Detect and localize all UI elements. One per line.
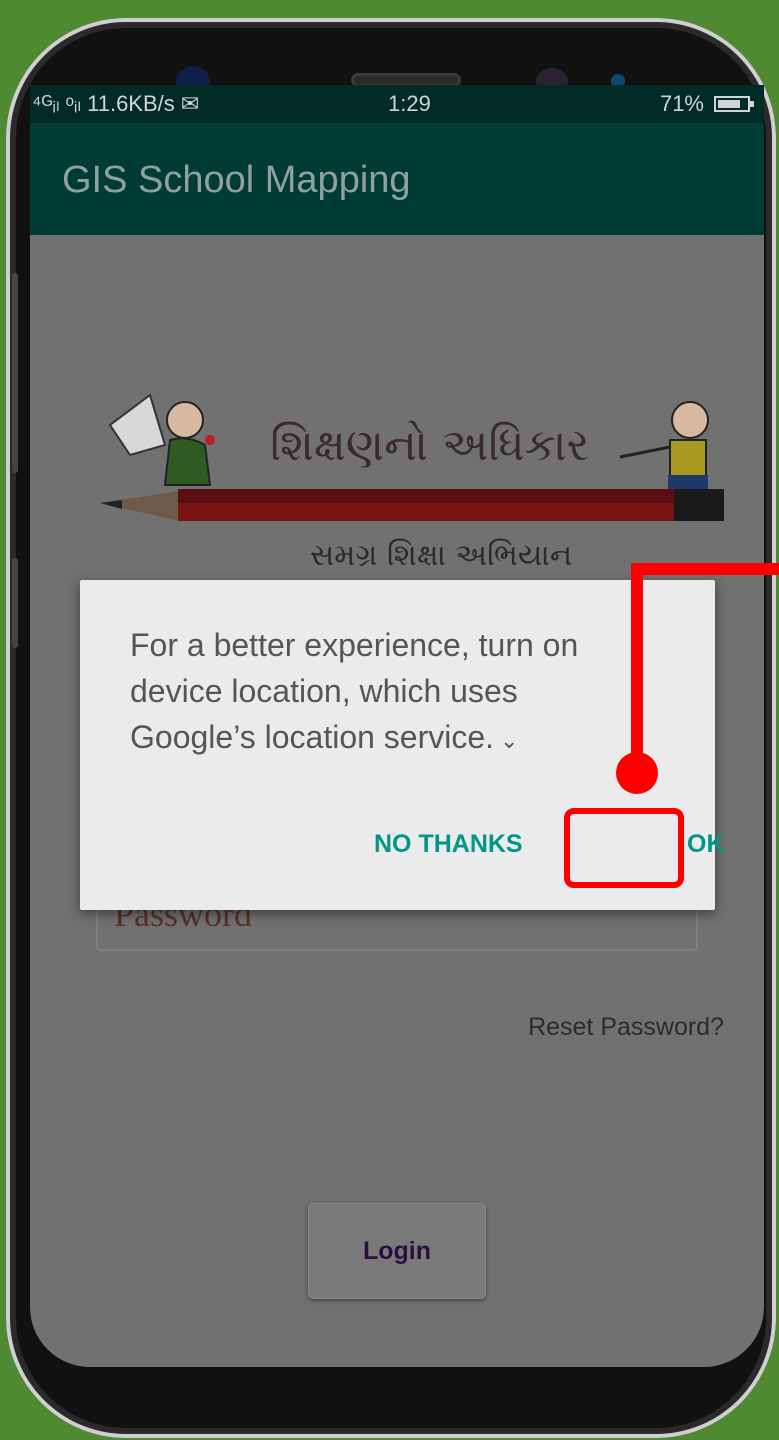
no-thanks-button[interactable]: NO THANKS bbox=[374, 830, 523, 859]
boy-figure-icon bbox=[619, 401, 709, 489]
volume-button bbox=[12, 273, 18, 473]
dialog-message: For a better experience, turn on device … bbox=[130, 622, 690, 764]
rte-logo: શિક્ષણનો અધિકાર સમગ્ર શિક્ષા અભિયાન bbox=[100, 393, 724, 573]
highlight-pointer-line bbox=[631, 563, 643, 773]
highlight-pointer-dot bbox=[616, 752, 658, 794]
signal-network-speed: ⁴ᴳᵢₗ ᵒᵢₗ 11.6KB/s ✉ bbox=[32, 91, 200, 116]
battery-status: 71% bbox=[659, 91, 754, 117]
status-time: 1:29 bbox=[388, 91, 431, 116]
ok-highlight-box bbox=[564, 808, 684, 888]
dialog-message-line: Google’s location service. bbox=[130, 719, 495, 755]
reset-password-link[interactable]: Reset Password? bbox=[528, 1013, 724, 1042]
logo-main-text: શિક્ષણનો અધિકાર bbox=[270, 420, 589, 471]
logo-sub-text: સમગ્ર શિક્ષા અભિયાન bbox=[310, 538, 572, 573]
ok-button[interactable]: OK bbox=[687, 830, 725, 859]
app-bar: GIS School Mapping bbox=[30, 123, 764, 235]
power-button bbox=[12, 558, 18, 648]
battery-icon bbox=[714, 96, 754, 112]
dialog-message-line: For a better experience, turn on bbox=[130, 627, 579, 663]
chevron-down-icon[interactable]: ⌄ bbox=[500, 728, 518, 753]
app-title: GIS School Mapping bbox=[62, 159, 411, 201]
dialog-message-line: device location, which uses bbox=[130, 673, 518, 709]
login-button[interactable]: Login bbox=[308, 1203, 486, 1299]
battery-percent: 71% bbox=[659, 91, 704, 116]
status-bar: ⁴ᴳᵢₗ ᵒᵢₗ 11.6KB/s ✉ 1:29 71% bbox=[30, 85, 764, 123]
pencil-icon bbox=[100, 489, 724, 521]
highlight-pointer-line bbox=[631, 563, 779, 575]
girl-figure-icon bbox=[108, 393, 215, 486]
